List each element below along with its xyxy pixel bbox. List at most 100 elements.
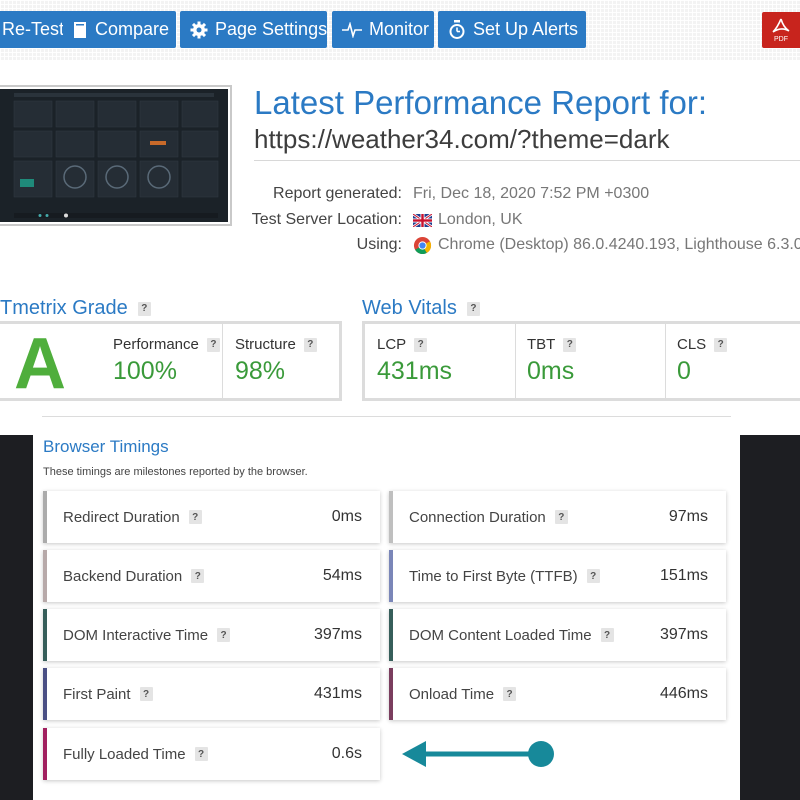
- timing-help-icon[interactable]: ?: [554, 510, 568, 524]
- grade-help-icon[interactable]: ?: [137, 301, 151, 316]
- performance-help-icon[interactable]: ?: [206, 337, 220, 352]
- report-generated-row: Report generated: Fri, Dec 18, 2020 7:52…: [0, 183, 800, 205]
- compare-button[interactable]: Compare: [63, 11, 176, 48]
- tbt-help-icon[interactable]: ?: [563, 337, 577, 352]
- timing-label: Fully Loaded Time: [63, 745, 186, 763]
- using-value: Chrome (Desktop) 86.0.4240.193, Lighthou…: [438, 236, 800, 253]
- timing-help-icon[interactable]: ?: [188, 510, 202, 524]
- grade-panel: A Performance ? 100% Structure ? 98%: [0, 321, 342, 401]
- lcp-label-wrap: LCP ?: [377, 336, 428, 353]
- timing-label-wrap: Fully Loaded Time ?: [63, 728, 208, 780]
- timing-label-wrap: Time to First Byte (TTFB) ?: [409, 550, 600, 602]
- retest-button-label: Re-Test: [2, 19, 65, 39]
- timing-label: Connection Duration: [409, 508, 546, 526]
- using-row: Using: Chrome (Desktop) 86.0.4240.193, L…: [0, 234, 800, 256]
- stopwatch-icon: [449, 19, 465, 39]
- tbt-label: TBT: [527, 336, 556, 353]
- timing-label: DOM Content Loaded Time: [409, 626, 592, 644]
- vitals-title: Web Vitals: [362, 297, 457, 319]
- timing-value: 97ms: [668, 508, 708, 525]
- timing-label: Time to First Byte (TTFB): [409, 567, 578, 585]
- timing-dom-content-loaded: DOM Content Loaded Time ? 397ms: [389, 609, 726, 661]
- timing-dom-interactive: DOM Interactive Time ? 397ms: [43, 609, 380, 661]
- timing-help-icon[interactable]: ?: [503, 687, 517, 701]
- timing-redirect-duration: Redirect Duration ? 0ms: [43, 491, 380, 543]
- timing-help-icon[interactable]: ?: [217, 628, 231, 642]
- compare-button-label: Compare: [95, 19, 170, 39]
- grade-section-title: Tmetrix Grade ?: [0, 297, 151, 320]
- cls-label: CLS: [677, 336, 707, 353]
- timing-label: First Paint: [63, 685, 131, 703]
- timing-backend-duration: Backend Duration ? 54ms: [43, 550, 380, 602]
- timings-top-divider: [42, 416, 731, 417]
- timing-label-wrap: First Paint ?: [63, 668, 153, 720]
- vitals-panel: LCP ? 431ms TBT ? 0ms CLS ? 0: [362, 321, 800, 401]
- report-generated-label: Report generated:: [273, 185, 402, 202]
- using-label: Using:: [356, 236, 402, 253]
- timing-first-paint: First Paint ? 431ms: [43, 668, 380, 720]
- set-up-alerts-button[interactable]: Set Up Alerts: [438, 11, 586, 48]
- toolbar: Re-Test Compare Page Settings Monitor Se…: [0, 0, 800, 60]
- timing-help-icon[interactable]: ?: [191, 569, 205, 583]
- timing-help-icon[interactable]: ?: [600, 628, 614, 642]
- timing-value: 0ms: [331, 508, 362, 525]
- pdf-download-button[interactable]: PDF: [762, 12, 800, 48]
- lcp-help-icon[interactable]: ?: [414, 337, 428, 352]
- lcp-value: 431ms: [377, 357, 453, 385]
- page-settings-button-label: Page Settings: [215, 19, 328, 39]
- gear-icon: [190, 21, 208, 38]
- timing-help-icon[interactable]: ?: [194, 747, 208, 761]
- vitals-help-icon[interactable]: ?: [466, 301, 480, 316]
- timing-value: 397ms: [313, 626, 362, 643]
- report-title: Latest Performance Report for:: [254, 84, 708, 121]
- cls-cell: CLS ? 0: [666, 324, 800, 398]
- timing-label: DOM Interactive Time: [63, 626, 209, 644]
- vitals-section-title: Web Vitals ?: [362, 297, 480, 320]
- tbt-value: 0ms: [527, 357, 575, 385]
- uk-flag-icon: [413, 213, 432, 227]
- timing-value: 431ms: [313, 685, 362, 702]
- structure-value: 98%: [235, 357, 286, 385]
- timing-label-wrap: Backend Duration ?: [63, 550, 205, 602]
- page-settings-button[interactable]: Page Settings: [180, 11, 327, 48]
- timing-value: 446ms: [659, 685, 708, 702]
- structure-help-icon[interactable]: ?: [303, 337, 317, 352]
- timing-label: Backend Duration: [63, 567, 183, 585]
- tbt-cell: TBT ? 0ms: [516, 324, 665, 398]
- performance-label: Performance: [113, 336, 199, 353]
- timing-label: Onload Time: [409, 685, 495, 703]
- grade-cell: A: [0, 324, 105, 404]
- timing-value: 54ms: [322, 567, 362, 584]
- timing-connection-duration: Connection Duration ? 97ms: [389, 491, 726, 543]
- cls-value: 0: [677, 357, 691, 385]
- performance-value: 100%: [113, 357, 177, 385]
- grade-letter: A: [14, 324, 66, 404]
- report-url[interactable]: https://weather34.com/?theme=dark: [254, 124, 670, 155]
- compare-icon: [74, 21, 86, 38]
- pdf-icon: [772, 18, 790, 33]
- timing-label-wrap: Onload Time ?: [409, 668, 517, 720]
- grade-title: Tmetrix Grade: [0, 297, 128, 319]
- server-location-value-wrap: London, UK: [413, 211, 523, 229]
- timing-label-wrap: DOM Content Loaded Time ?: [409, 609, 614, 661]
- timings-title: Browser Timings: [43, 437, 169, 456]
- cls-help-icon[interactable]: ?: [714, 337, 728, 352]
- performance-label-wrap: Performance ?: [113, 336, 220, 353]
- timing-label-wrap: DOM Interactive Time ?: [63, 609, 231, 661]
- timing-fully-loaded: Fully Loaded Time ? 0.6s: [43, 728, 380, 780]
- lcp-cell: LCP ? 431ms: [365, 324, 515, 398]
- timing-label: Redirect Duration: [63, 508, 180, 526]
- chrome-icon: [413, 236, 432, 254]
- timing-help-icon[interactable]: ?: [139, 687, 153, 701]
- pdf-label: PDF: [774, 36, 788, 43]
- lcp-label: LCP: [377, 336, 407, 353]
- timing-label-wrap: Connection Duration ?: [409, 491, 568, 543]
- structure-label: Structure: [235, 336, 296, 353]
- timing-help-icon[interactable]: ?: [586, 569, 600, 583]
- structure-label-wrap: Structure ?: [235, 336, 317, 353]
- timings-subtitle: These timings are milestones reported by…: [43, 466, 308, 478]
- timing-value: 151ms: [659, 567, 708, 584]
- performance-cell: Performance ? 100%: [105, 324, 223, 398]
- monitor-button[interactable]: Monitor: [332, 11, 434, 48]
- using-value-wrap: Chrome (Desktop) 86.0.4240.193, Lighthou…: [413, 236, 800, 255]
